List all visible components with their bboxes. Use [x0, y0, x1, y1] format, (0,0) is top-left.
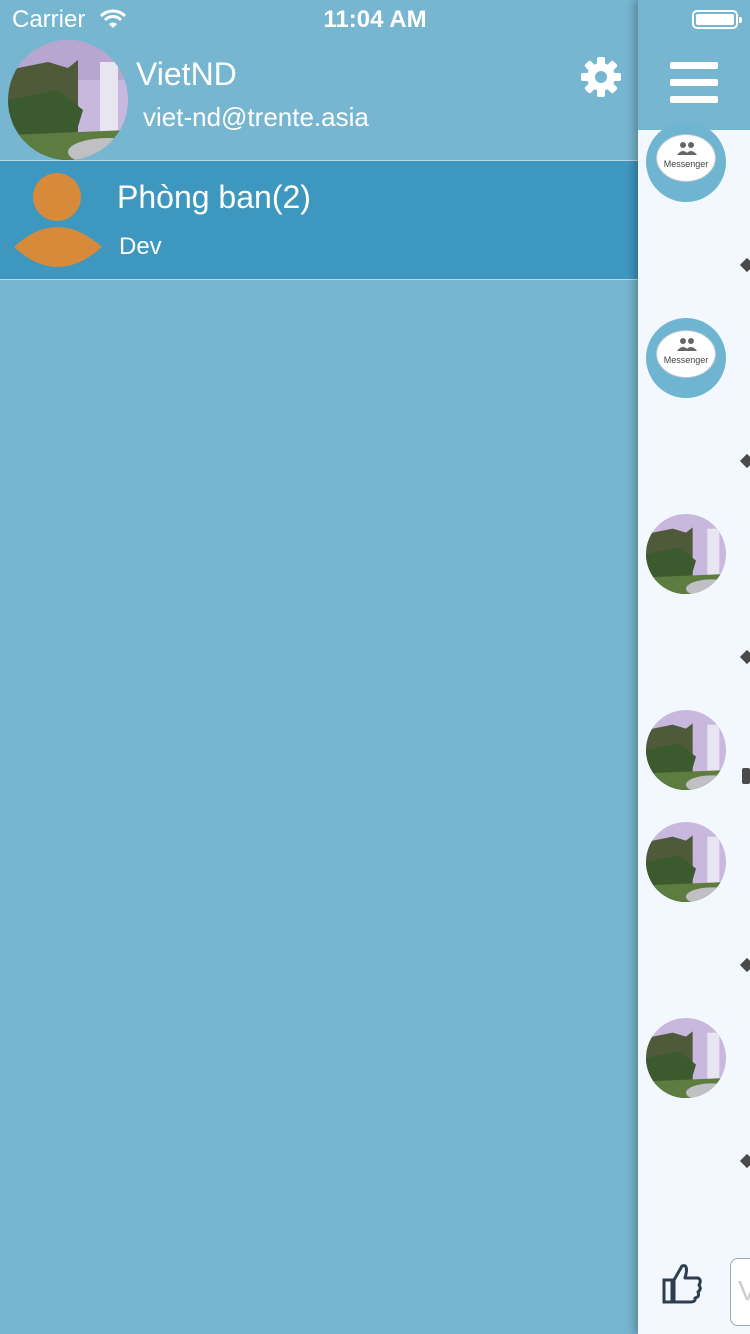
battery-icon — [692, 10, 742, 29]
group-avatar-label: Messenger — [663, 159, 709, 169]
group-avatar[interactable]: Messenger — [646, 122, 726, 202]
group-avatar-label: Messenger — [663, 355, 709, 365]
user-name: VietND — [136, 56, 237, 92]
pin-icon — [739, 453, 750, 469]
status-bar: Carrier 11:04 AM — [0, 0, 750, 40]
user-avatar[interactable] — [646, 822, 726, 902]
user-avatar[interactable] — [646, 1018, 726, 1098]
user-avatar[interactable] — [646, 710, 726, 790]
pin-icon — [739, 957, 750, 973]
user-avatar[interactable] — [8, 40, 128, 160]
hamburger-icon[interactable] — [670, 62, 718, 104]
group-icon — [677, 338, 697, 351]
file-icon — [742, 768, 750, 784]
divider — [0, 279, 638, 280]
message-input[interactable]: V — [730, 1258, 750, 1326]
pin-icon — [739, 1153, 750, 1169]
side-drawer: VietND viet-nd@trente.asia Phòng ban(2) … — [0, 0, 638, 1334]
group-icon — [677, 142, 697, 155]
thumbs-up-icon[interactable] — [662, 1262, 702, 1304]
department-row[interactable]: Phòng ban(2) Dev — [0, 161, 638, 279]
pin-icon — [739, 257, 750, 273]
clock: 11:04 AM — [323, 6, 427, 33]
gear-icon[interactable] — [580, 56, 622, 98]
main-panel[interactable]: Messenger Messenger V — [638, 0, 750, 1334]
person-icon — [14, 173, 102, 267]
department-subtitle: Dev — [119, 233, 162, 260]
user-avatar[interactable] — [646, 514, 726, 594]
user-email: viet-nd@trente.asia — [143, 102, 369, 132]
group-avatar[interactable]: Messenger — [646, 318, 726, 398]
profile-header: VietND viet-nd@trente.asia — [0, 40, 638, 160]
pin-icon — [739, 649, 750, 665]
department-title: Phòng ban(2) — [117, 179, 311, 215]
